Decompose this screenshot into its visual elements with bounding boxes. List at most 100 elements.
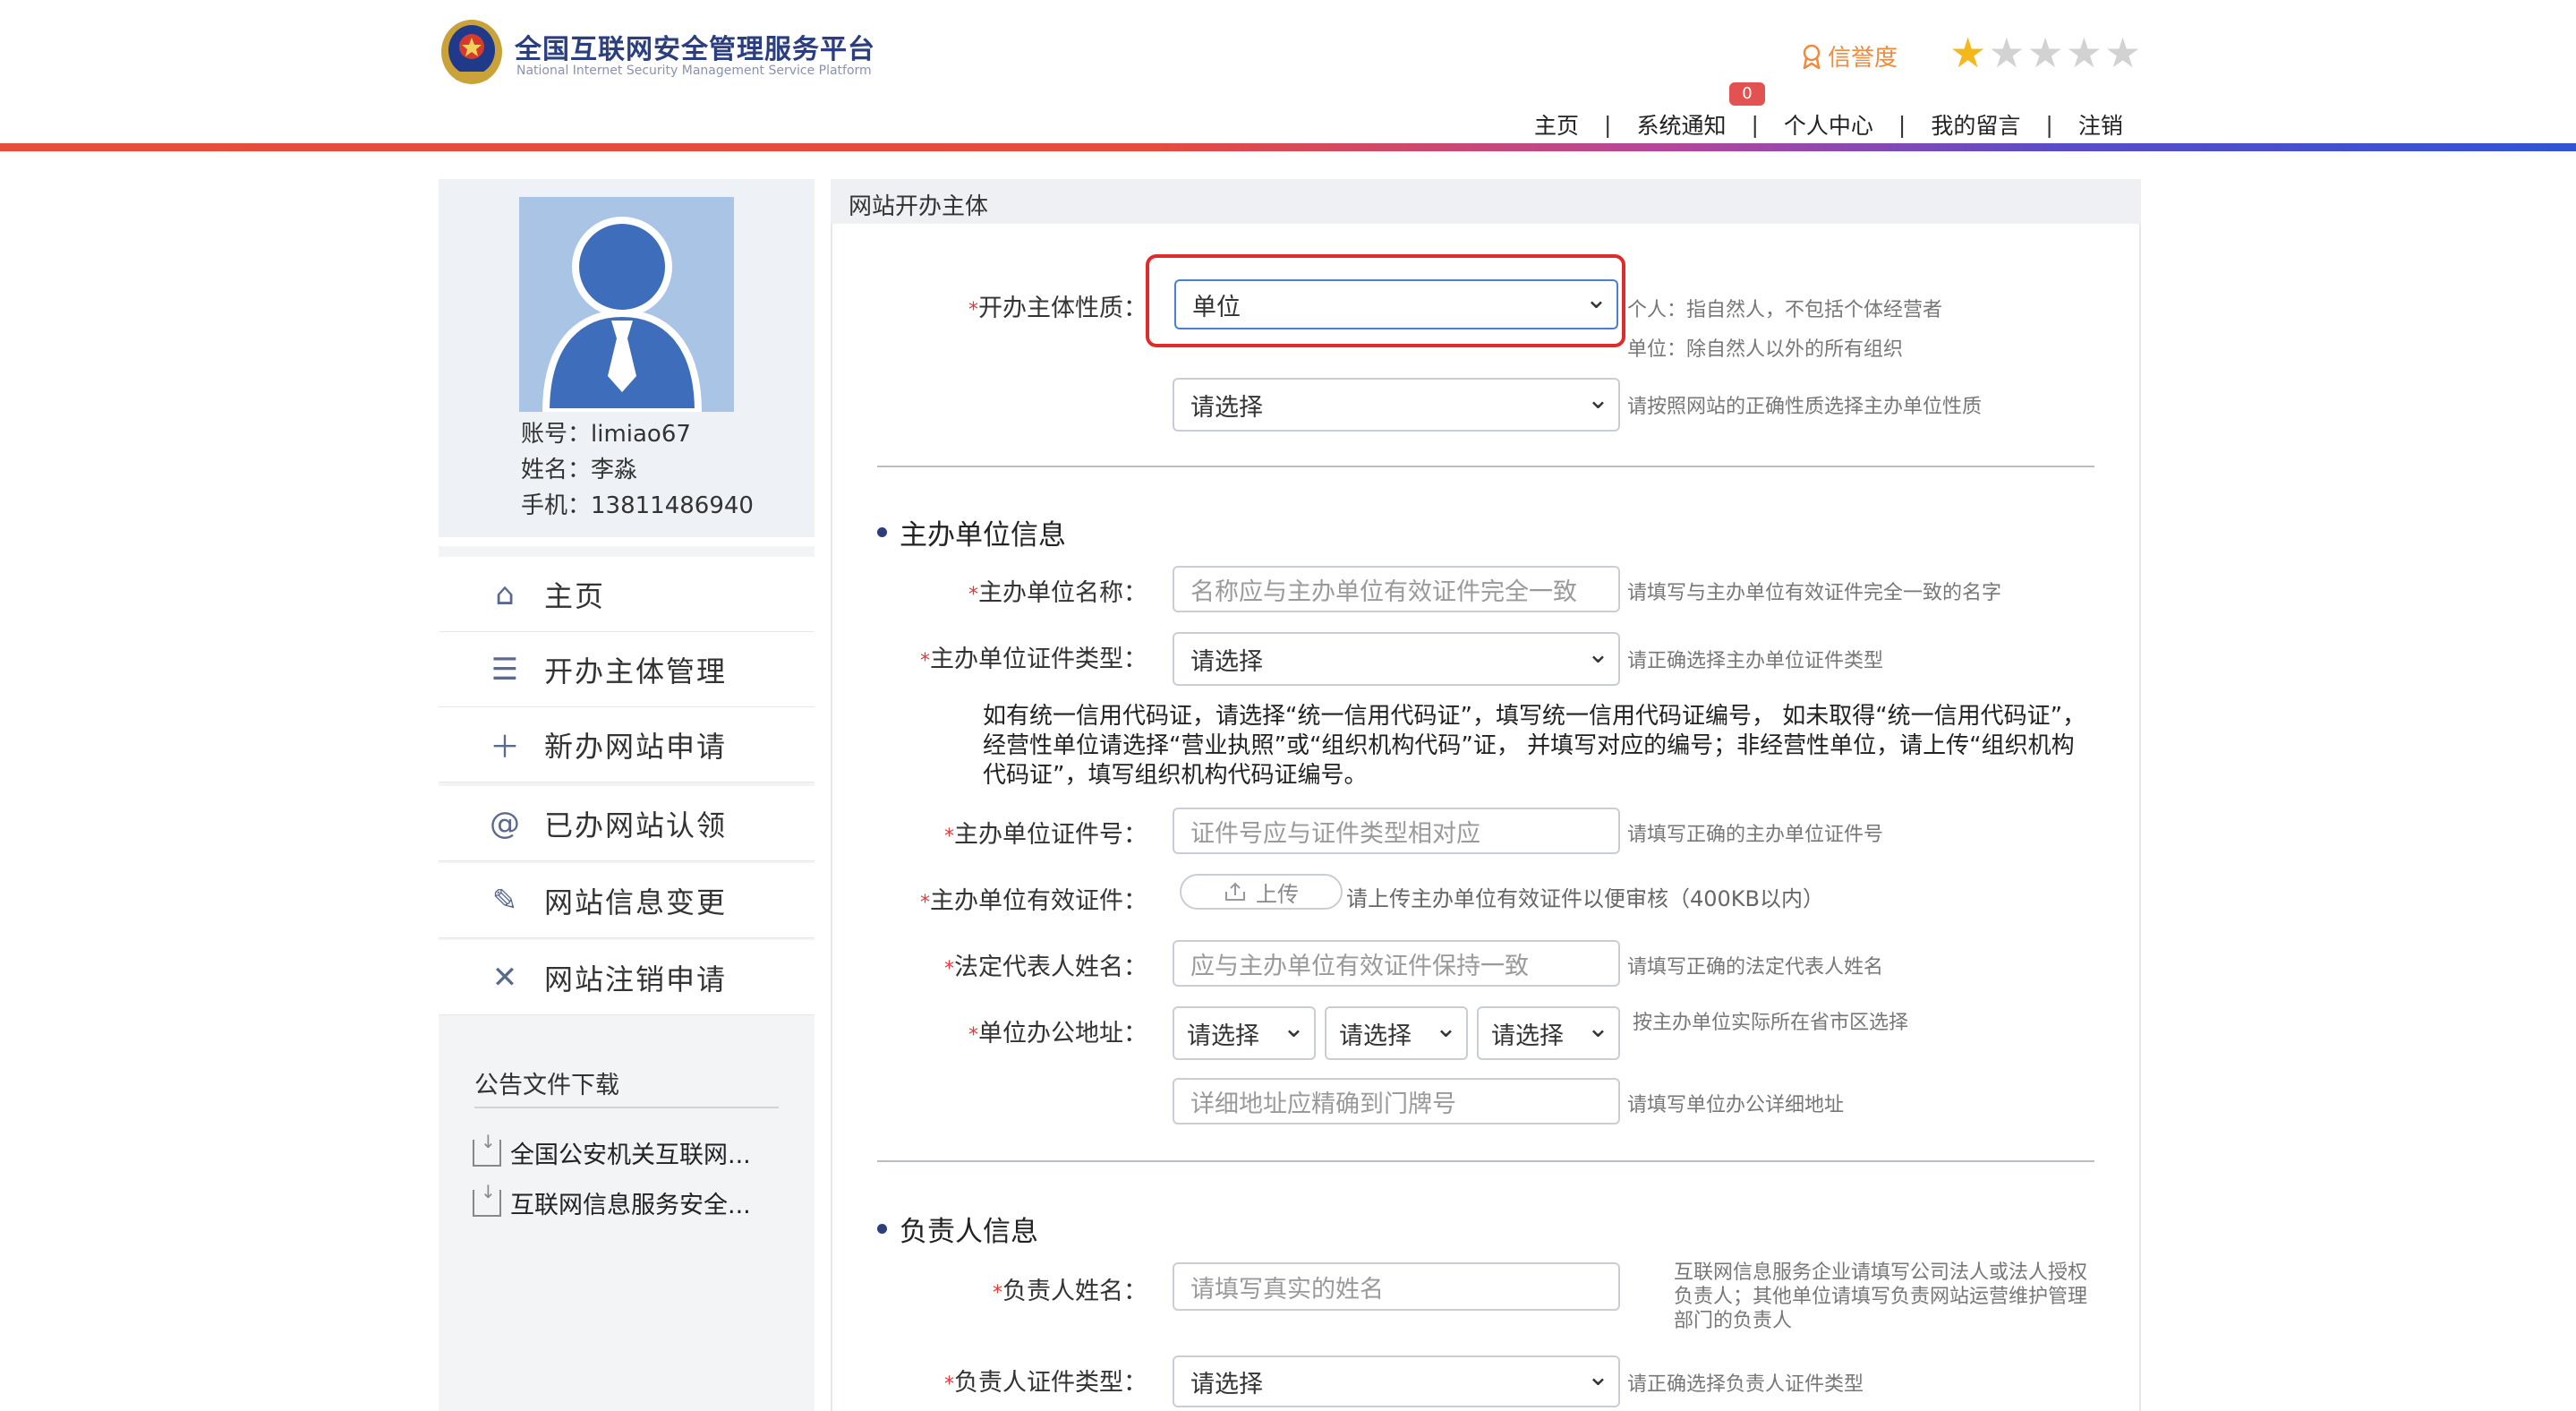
award-icon	[1803, 44, 1821, 69]
bullet-dot	[877, 527, 887, 537]
edit-icon: ✎	[491, 882, 518, 919]
download-link[interactable]: 全国公安机关互联网...	[473, 1131, 751, 1170]
cert-file-label-text: 主办单位有效证件：	[930, 887, 1147, 915]
address-detail-input[interactable]: 详细地址应精确到门牌号	[1173, 1078, 1620, 1125]
cert-no-label: *主办单位证件号：	[877, 815, 1147, 850]
unit-name-hint: 请填写与主办单位有效证件完全一致的名字	[1627, 582, 2002, 604]
city-select[interactable]: 请选择	[1325, 1006, 1468, 1060]
nav-separator: |	[1604, 111, 1612, 138]
required-mark: *	[920, 892, 930, 914]
nav-logout[interactable]: 注销	[2078, 108, 2123, 141]
downloads-title: 公告文件下载	[474, 1072, 619, 1099]
upload-button[interactable]: 上传	[1180, 874, 1343, 910]
required-mark: *	[968, 584, 978, 606]
unit-name-label-text: 主办单位名称：	[978, 579, 1147, 607]
resp-name-input[interactable]: 请填写真实的姓名	[1173, 1262, 1620, 1311]
nav-separator: |	[1898, 111, 1906, 138]
panel-title: 网站开办主体	[849, 193, 989, 220]
province-select[interactable]: 请选择	[1173, 1006, 1316, 1060]
star-icon: ★	[1949, 29, 1987, 77]
cert-no-label-text: 主办单位证件号：	[954, 821, 1147, 849]
required-mark: *	[968, 299, 978, 321]
unit-type-hint: 请按照网站的正确性质选择主办单位性质	[1627, 396, 1983, 418]
nav-home[interactable]: 主页	[1534, 108, 1579, 141]
required-mark: *	[993, 1282, 1002, 1304]
star-icon: ★	[1988, 29, 2026, 77]
nature-label: *开办主体性质：	[949, 288, 1147, 323]
sidebar-item-entity-management[interactable]: ☰ 开办主体管理	[439, 632, 815, 707]
downloads-divider	[474, 1107, 779, 1108]
unit-type-select[interactable]: 请选择	[1173, 378, 1620, 432]
required-mark: *	[944, 1373, 954, 1396]
cert-type-note: 如有统一信用代码证，请选择“统一信用代码证”，填写统一信用代码证编号， 如未取得…	[983, 703, 2086, 789]
sidebar-item-new-website[interactable]: ＋ 新办网站申请	[439, 707, 815, 782]
close-icon: ✕	[491, 959, 518, 996]
nature-hint-individual: 个人：指自然人，不包括个体经营者	[1627, 299, 1943, 321]
download-icon	[473, 1131, 501, 1167]
plus-icon: ＋	[490, 730, 520, 765]
required-mark: *	[968, 1024, 978, 1047]
list-icon: ☰	[490, 651, 519, 688]
avatar	[519, 197, 734, 412]
section-title-unit-info: 主办单位信息	[877, 512, 1066, 552]
credit-text: 信誉度	[1828, 45, 1898, 72]
credit-stars: ★ ★ ★ ★ ★	[1949, 32, 2141, 73]
nature-select[interactable]: 单位	[1174, 279, 1618, 329]
panel-header	[831, 179, 2141, 224]
legal-rep-hint: 请填写正确的法定代表人姓名	[1627, 956, 1884, 979]
unit-name-input[interactable]: 名称应与主办单位有效证件完全一致	[1173, 566, 1620, 612]
resp-name-label-text: 负责人姓名：	[1002, 1278, 1147, 1305]
cert-no-input[interactable]: 证件号应与证件类型相对应	[1173, 808, 1620, 854]
sidebar-item-label: 开办主体管理	[544, 654, 728, 688]
legal-rep-input[interactable]: 应与主办单位有效证件保持一致	[1173, 940, 1620, 987]
cert-type-select[interactable]: 请选择	[1173, 632, 1620, 686]
credit-rating-label: 信誉度	[1801, 39, 1898, 73]
top-nav: 主页 | 系统通知 | 个人中心 | 我的留言 | 注销	[1534, 109, 2123, 140]
nature-label-text: 开办主体性质：	[978, 295, 1147, 322]
required-mark: *	[944, 825, 954, 848]
nav-separator: |	[1751, 111, 1759, 138]
nav-separator: |	[2045, 111, 2053, 138]
sidebar-item-home[interactable]: ⌂ 主页	[439, 557, 815, 632]
resp-name-label: *负责人姓名：	[913, 1271, 1147, 1306]
legal-rep-label: *法定代表人姓名：	[877, 947, 1147, 982]
sidebar-item-claim-website[interactable]: @ 已办网站认领	[439, 786, 815, 861]
nav-notices[interactable]: 系统通知	[1636, 108, 1726, 141]
sidebar-item-label: 已办网站认领	[544, 808, 728, 842]
address-detail-hint: 请填写单位办公详细地址	[1627, 1094, 1845, 1116]
address-hint: 按主办单位实际所在省市区选择	[1633, 1012, 1909, 1034]
sidebar-item-change-info[interactable]: ✎ 网站信息变更	[439, 863, 815, 938]
nav-my-messages[interactable]: 我的留言	[1931, 108, 2020, 141]
download-link[interactable]: 互联网信息服务安全...	[473, 1181, 751, 1220]
bullet-dot	[877, 1224, 887, 1234]
resp-cert-label: *负责人证件类型：	[877, 1363, 1147, 1398]
address-label-text: 单位办公地址：	[978, 1020, 1147, 1048]
cert-file-label: *主办单位有效证件：	[859, 881, 1147, 916]
section-title-responsible-info: 负责人信息	[877, 1209, 1038, 1249]
unit-name-label: *主办单位名称：	[895, 573, 1147, 608]
download-link-text: 全国公安机关互联网...	[510, 1142, 751, 1169]
nav-personal-center[interactable]: 个人中心	[1784, 108, 1873, 141]
sidebar-item-label: 主页	[544, 578, 606, 613]
legal-rep-label-text: 法定代表人姓名：	[954, 953, 1147, 981]
resp-cert-select[interactable]: 请选择	[1173, 1355, 1620, 1407]
profile-name: 姓名：李淼	[521, 457, 638, 483]
at-icon: @	[490, 805, 520, 842]
download-link-text: 互联网信息服务安全...	[510, 1192, 751, 1219]
resp-cert-hint: 请正确选择负责人证件类型	[1627, 1373, 1864, 1396]
district-select[interactable]: 请选择	[1477, 1006, 1620, 1060]
resp-name-hint: 互联网信息服务企业请填写公司法人或法人授权负责人；其他单位请填写负责网站运营维护…	[1674, 1261, 2088, 1332]
star-icon: ★	[2104, 29, 2142, 77]
section-divider	[877, 466, 2094, 467]
upload-button-label: 上传	[1256, 881, 1299, 907]
profile-phone: 手机：13811486940	[521, 492, 754, 519]
notice-count-badge: 0	[1729, 82, 1765, 106]
sidebar-item-cancel-website[interactable]: ✕ 网站注销申请	[439, 940, 815, 1015]
sidebar-item-label: 网站注销申请	[544, 962, 728, 996]
profile-account: 账号：limiao67	[521, 421, 691, 448]
required-mark: *	[944, 958, 954, 980]
cert-type-hint: 请正确选择主办单位证件类型	[1627, 650, 1884, 672]
cert-no-hint: 请填写正确的主办单位证件号	[1627, 824, 1884, 846]
download-icon	[473, 1181, 501, 1217]
resp-cert-label-text: 负责人证件类型：	[954, 1369, 1147, 1397]
